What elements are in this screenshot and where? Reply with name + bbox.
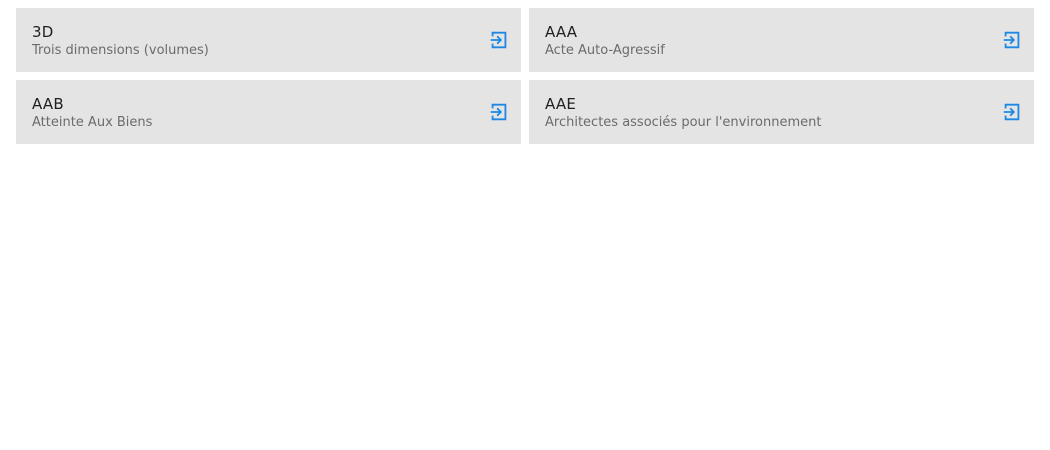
- acronym-card-aaa[interactable]: AAA Acte Auto-Agressif: [529, 8, 1034, 72]
- login-icon[interactable]: [1000, 28, 1024, 52]
- acronym-title: AAA: [545, 23, 578, 41]
- acronym-title: AAB: [32, 95, 64, 113]
- acronym-card-3d[interactable]: 3D Trois dimensions (volumes): [16, 8, 521, 72]
- acronym-description: Architectes associés pour l'environnemen…: [545, 115, 822, 130]
- acronym-card-aab[interactable]: AAB Atteinte Aux Biens: [16, 80, 521, 144]
- acronym-description: Atteinte Aux Biens: [32, 115, 153, 130]
- acronym-description: Acte Auto-Agressif: [545, 43, 665, 58]
- login-icon[interactable]: [1000, 100, 1024, 124]
- acronym-title: AAE: [545, 95, 577, 113]
- acronym-grid: 3D Trois dimensions (volumes) AAA Acte A…: [16, 8, 1034, 144]
- acronym-description: Trois dimensions (volumes): [32, 43, 209, 58]
- login-icon[interactable]: [487, 100, 511, 124]
- acronym-card-aae[interactable]: AAE Architectes associés pour l'environn…: [529, 80, 1034, 144]
- acronym-title: 3D: [32, 23, 54, 41]
- login-icon[interactable]: [487, 28, 511, 52]
